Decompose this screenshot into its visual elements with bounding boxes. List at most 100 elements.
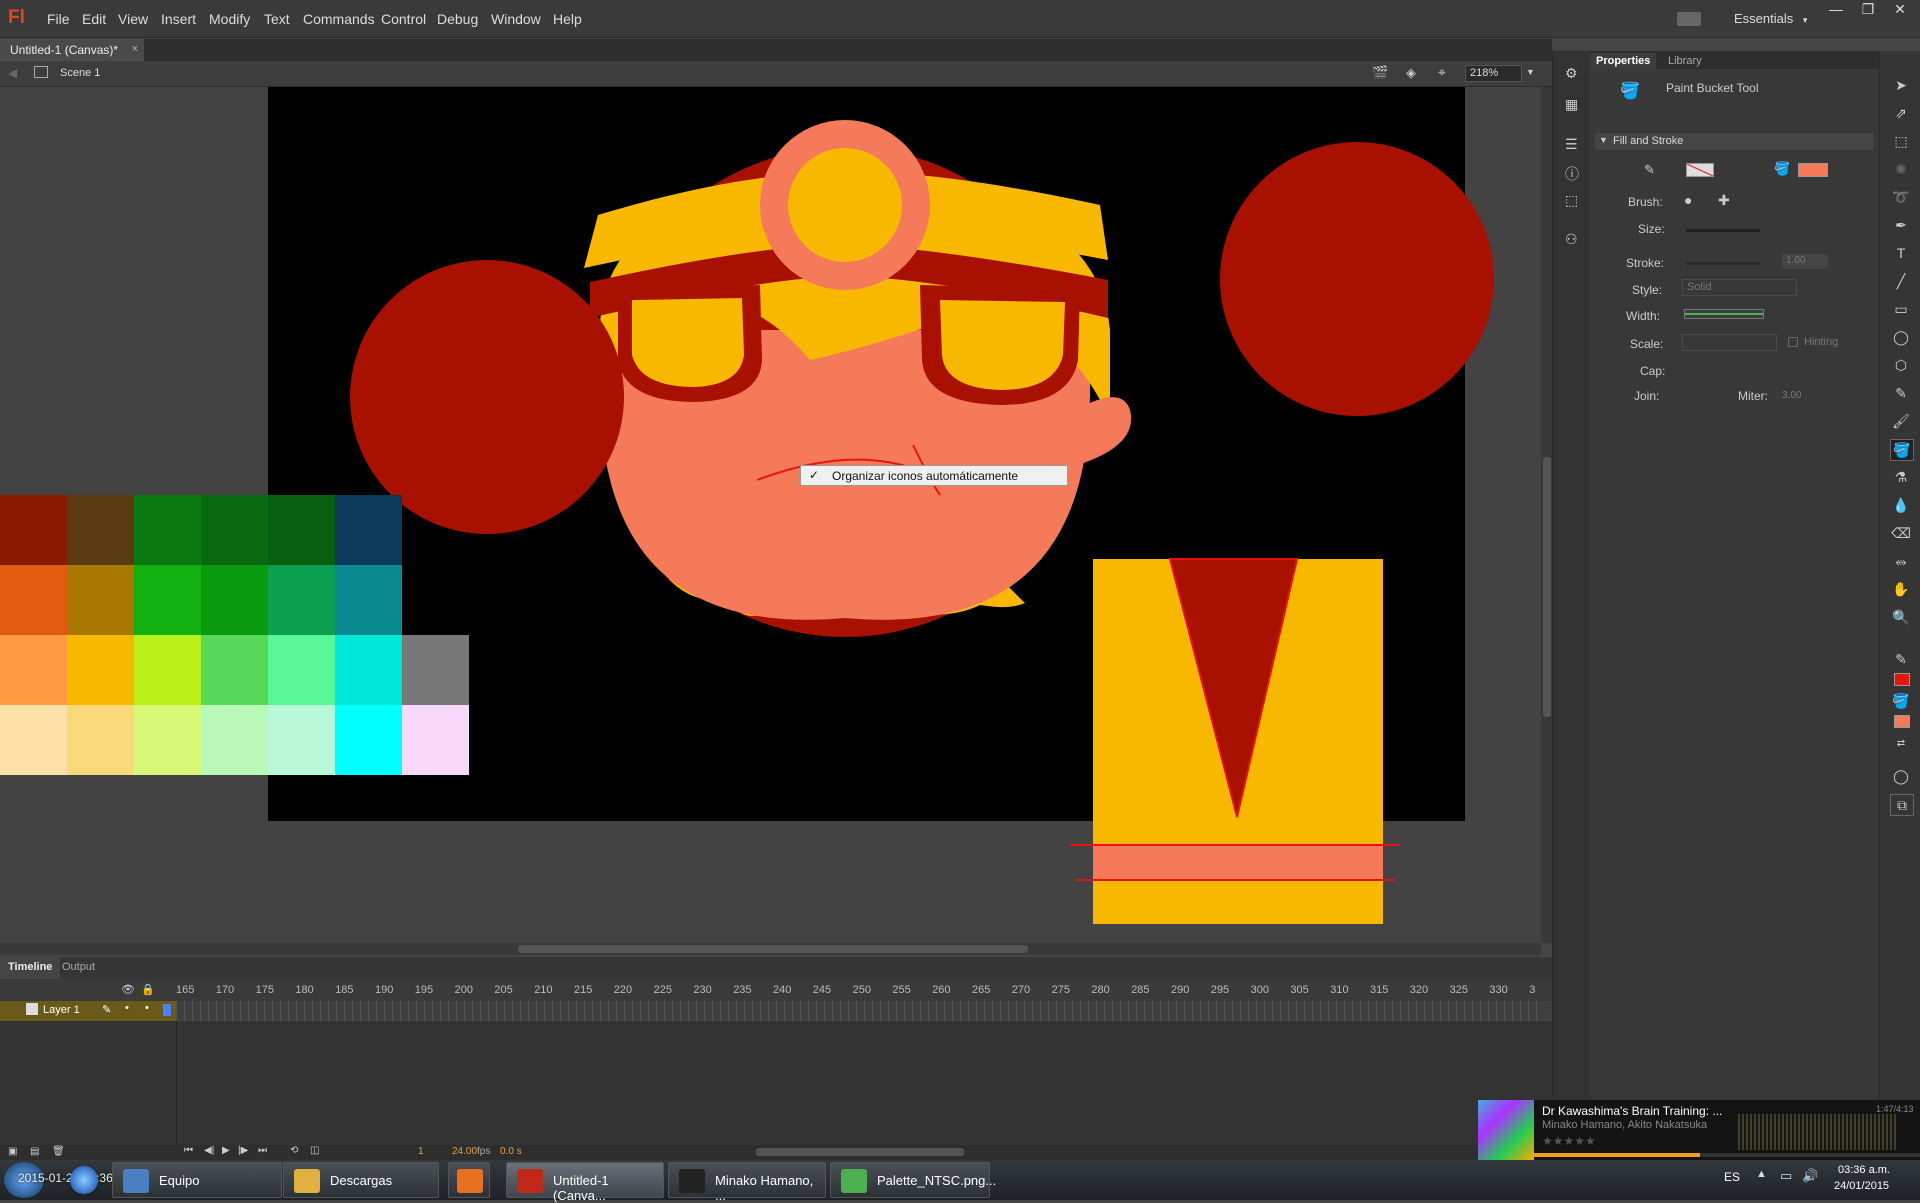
free-transform-tool-icon[interactable]: ⬚ <box>1890 131 1912 151</box>
close-icon[interactable]: × <box>132 43 138 55</box>
stage-canvas[interactable] <box>0 87 1541 943</box>
music-player-widget[interactable]: Dr Kawashima's Brain Training: ... Minak… <box>1478 1100 1920 1160</box>
track-progress[interactable] <box>1534 1153 1920 1157</box>
frame-cells[interactable] <box>176 1001 1538 1021</box>
swatches-icon[interactable]: ▦ <box>1565 96 1578 113</box>
current-frame[interactable]: 1 <box>418 1146 424 1157</box>
first-frame-icon[interactable]: ⏮ <box>184 1145 193 1156</box>
paint-bucket-tool-icon[interactable]: 🪣 <box>1890 439 1914 461</box>
document-tab[interactable]: Untitled-1 (Canvas)* × <box>0 39 145 61</box>
play-icon[interactable]: ▶ <box>222 1145 230 1156</box>
minimize-button[interactable]: — <box>1822 1 1850 19</box>
object-drawing-icon[interactable]: ◯ <box>1890 766 1912 786</box>
text-tool-icon[interactable]: T <box>1890 243 1912 263</box>
swap-colors-icon[interactable]: ⇄ <box>1890 734 1912 754</box>
menu-text[interactable]: Text <box>264 11 290 27</box>
language-indicator[interactable]: ES <box>1724 1170 1740 1184</box>
tab-output[interactable]: Output <box>62 961 95 973</box>
menu-view[interactable]: View <box>118 11 148 27</box>
horizontal-scrollbar[interactable] <box>0 943 1541 955</box>
fill-stroke-header[interactable]: ▼ Fill and Stroke <box>1595 133 1874 150</box>
loop-icon[interactable]: ⟲ <box>290 1145 298 1156</box>
onion-skin-icon[interactable]: ◫ <box>310 1145 319 1156</box>
menu-debug[interactable]: Debug <box>437 11 478 27</box>
menu-insert[interactable]: Insert <box>161 11 196 27</box>
stroke-color-swatch[interactable] <box>1686 163 1714 177</box>
scale-dropdown[interactable] <box>1682 334 1777 351</box>
frame-ruler[interactable]: 165 170 175 180 185 190 195 200 205 210 215 220 225 2… <box>176 984 1546 998</box>
selection-tool-icon[interactable]: ➤ <box>1890 75 1912 95</box>
info-icon[interactable]: ⓘ <box>1565 164 1579 184</box>
sync-settings-icon[interactable] <box>1677 12 1701 26</box>
hand-tool-icon[interactable]: ✋ <box>1890 579 1912 599</box>
tab-timeline[interactable]: Timeline <box>0 957 61 979</box>
step-forward-icon[interactable]: |▶ <box>238 1145 248 1156</box>
new-folder-icon[interactable]: ▤ <box>30 1146 39 1157</box>
rating-stars[interactable]: ★★★★★ <box>1542 1134 1596 1148</box>
fps-value[interactable]: 24.00 <box>452 1146 477 1157</box>
menu-modify[interactable]: Modify <box>209 11 250 27</box>
edit-scene-icon[interactable]: 🎬 <box>1372 65 1388 81</box>
last-frame-icon[interactable]: ⏭ <box>258 1145 267 1156</box>
size-slider[interactable] <box>1686 229 1760 232</box>
stroke-color-chip[interactable] <box>1894 673 1910 686</box>
scene-label[interactable]: Scene 1 <box>60 67 100 79</box>
zoom-tool-icon[interactable]: 🔍 <box>1890 607 1912 627</box>
taskbar-item-flash[interactable]: Untitled-1 (Canva... <box>506 1162 664 1203</box>
brush-shape-icon[interactable]: ● <box>1684 192 1692 208</box>
eyedropper-tool-icon[interactable]: 💧 <box>1890 495 1912 515</box>
center-stage-icon[interactable]: ⌖ <box>1438 64 1446 81</box>
elapsed-time[interactable]: 0.0 s <box>500 1146 522 1157</box>
context-menu-item[interactable]: ✓ Organizar iconos automáticamente <box>800 465 1068 486</box>
step-back-icon[interactable]: ◀| <box>204 1145 214 1156</box>
edit-symbols-icon[interactable]: ◈ <box>1406 65 1416 81</box>
brush-tool-icon[interactable]: 🖌 <box>1890 411 1912 431</box>
motion-editor-icon[interactable]: ⚙ <box>1565 65 1578 82</box>
components-icon[interactable]: ⚇ <box>1565 231 1578 248</box>
transform-icon[interactable]: ⬚ <box>1565 192 1578 209</box>
polystar-tool-icon[interactable]: ⬡ <box>1890 355 1912 375</box>
pencil-tool-icon[interactable]: ✎ <box>1890 383 1912 403</box>
hinting-checkbox[interactable] <box>1788 337 1798 347</box>
eye-icon[interactable]: 👁 <box>121 983 135 996</box>
clock-date[interactable]: 24/01/2015 <box>1834 1180 1889 1192</box>
fill-color-swatch[interactable] <box>1798 163 1828 177</box>
taskbar-item-equipo[interactable]: Equipo <box>112 1162 282 1198</box>
zoom-dropdown-icon[interactable]: ▼ <box>1526 67 1535 77</box>
layer-row[interactable]: Layer 1 ✎ • • <box>0 1001 1552 1021</box>
align-icon[interactable]: ☰ <box>1565 136 1578 153</box>
tray-arrow-icon[interactable]: ▲ <box>1756 1168 1767 1180</box>
new-layer-icon[interactable]: ▣ <box>8 1146 17 1157</box>
visibility-dot[interactable]: • <box>125 1002 129 1014</box>
menu-help[interactable]: Help <box>553 11 582 27</box>
lock-icon[interactable]: 🔒 <box>141 983 155 996</box>
internet-explorer-icon[interactable] <box>70 1166 98 1194</box>
taskbar-item-media-player[interactable] <box>448 1162 490 1198</box>
back-arrow-icon[interactable]: ◀ <box>8 66 17 80</box>
taskbar-item-chrome[interactable]: Palette_NTSC.png... <box>830 1162 996 1198</box>
taskbar-item-descargas[interactable]: Descargas <box>283 1162 439 1198</box>
horizontal-scroll-thumb[interactable] <box>518 945 1028 953</box>
style-dropdown[interactable]: Solid <box>1682 279 1797 296</box>
volume-icon[interactable]: 🔊 <box>1802 1168 1818 1184</box>
menu-edit[interactable]: Edit <box>82 11 106 27</box>
pen-tool-icon[interactable]: ✒ <box>1890 215 1912 235</box>
network-icon[interactable]: ▭ <box>1780 1168 1792 1184</box>
miter-value[interactable]: 3.00 <box>1782 390 1801 401</box>
width-tool-icon[interactable]: ⥈ <box>1890 551 1912 571</box>
layer-color-swatch[interactable] <box>163 1004 171 1016</box>
layer-name-cell[interactable]: Layer 1 ✎ • • <box>0 1001 176 1021</box>
snap-icon[interactable]: ⧉ <box>1890 794 1914 816</box>
lasso-tool-icon[interactable]: ➰ <box>1890 187 1912 207</box>
menu-file[interactable]: File <box>47 11 70 27</box>
eraser-tool-icon[interactable]: ⌫ <box>1890 523 1912 543</box>
zoom-input[interactable]: 218% <box>1465 65 1522 82</box>
3d-rotation-tool-icon[interactable]: ✺ <box>1890 159 1912 179</box>
taskbar-item-music[interactable]: Minako Hamano, ... <box>668 1162 826 1203</box>
stroke-slider[interactable] <box>1686 262 1760 265</box>
tab-library[interactable]: Library <box>1662 53 1708 69</box>
pencil-icon[interactable]: ✎ <box>102 1003 111 1016</box>
restore-button[interactable]: ❐ <box>1854 1 1882 19</box>
menu-control[interactable]: Control <box>381 11 426 27</box>
fill-color-chip[interactable] <box>1894 715 1910 728</box>
